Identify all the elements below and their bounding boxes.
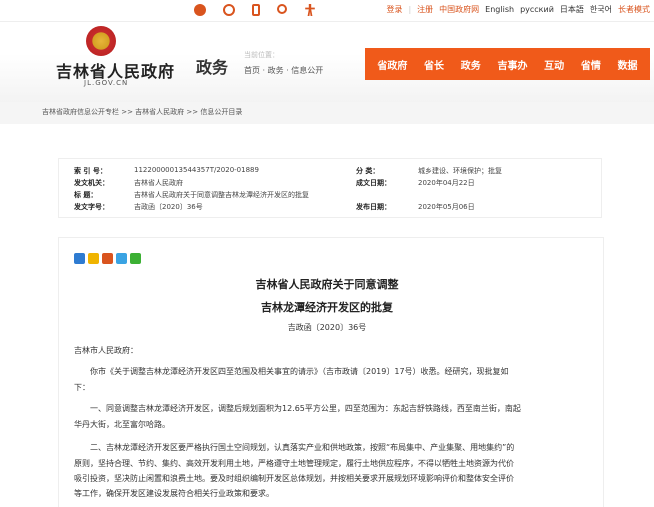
issuer-label: 发文机关： [74, 179, 109, 187]
category-label: 分 类： [356, 167, 380, 175]
share-weibo-icon[interactable] [102, 253, 113, 264]
wechat-icon[interactable] [194, 4, 206, 16]
nav-item-interaction[interactable]: 互动 [544, 57, 564, 72]
china-gov-link[interactable]: 中国政府网 [439, 4, 479, 16]
paragraph-3-line-3: 吸引投资，坚决防止闲置和浪费土地。要及时组织编制开发区总体规划，并按相关要求开展… [74, 474, 514, 483]
location-label: 当前位置： [244, 51, 279, 59]
share-qzone-icon[interactable] [88, 253, 99, 264]
korean-link[interactable]: 한국어 [590, 4, 612, 16]
mobile-icon[interactable] [252, 4, 260, 16]
paragraph-1-line-1: 你市《关于调整吉林龙潭经济开发区四至范围及相关事宜的请示》（吉市政请〔2019〕… [90, 367, 509, 376]
share-wechat-icon[interactable] [130, 253, 141, 264]
national-emblem-logo[interactable] [86, 26, 116, 56]
search-icon[interactable] [277, 4, 287, 14]
english-link[interactable]: English [485, 4, 514, 16]
document-title-line1: 吉林省人民政府关于同意调整 [255, 278, 399, 291]
login-link[interactable]: 登录 [386, 4, 402, 16]
published-date-value: 2020年05月06日 [418, 203, 475, 211]
location-path[interactable]: 首页 · 政务 · 信息公开 [244, 65, 323, 76]
top-icon-group [194, 4, 316, 16]
paragraph-3-line-4: 等工作，确保开发区建设发展符合相关行业政策和要求。 [74, 489, 274, 498]
index-label: 索 引 号： [74, 167, 107, 175]
index-value: 11220000013544357T/2020-01889 [134, 166, 259, 174]
japanese-link[interactable]: 日本語 [560, 4, 584, 16]
site-header: 吉林省人民政府 JL.GOV.CN 政务 当前位置： 首页 · 政务 · 信息公… [0, 22, 654, 102]
elder-mode-link[interactable]: 长者模式 [618, 4, 650, 16]
nav-item-government[interactable]: 省政府 [377, 57, 407, 72]
russian-link[interactable]: русский [520, 4, 554, 16]
document-addressee: 吉林市人民政府： [74, 346, 138, 355]
paragraph-2-line-1: 一、同意调整吉林龙潭经济开发区，调整后规划面积为12.65平方公里，四至范围为：… [90, 404, 521, 413]
paragraph-3-line-2: 原则，坚持合理、节约、集约、高效开发利用土地，严格遵守土地管理规定，履行土地供应… [74, 459, 514, 468]
issuer-value: 吉林省人民政府 [134, 179, 183, 187]
paragraph-3-line-1: 二、吉林龙潭经济开发区要严格执行国土空间规划，认真落实产业和供地政策，按照“布局… [90, 443, 515, 452]
breadcrumb[interactable]: 吉林省政府信息公开专栏 >> 吉林省人民政府 >> 信息公开目录 [42, 107, 242, 117]
document-number: 吉政函〔2020〕36号 [287, 323, 367, 332]
title-label: 标 题： [74, 191, 98, 199]
published-date-label: 发布日期： [356, 203, 391, 211]
docno-value: 吉政函〔2020〕36号 [134, 203, 203, 211]
nav-item-province-info[interactable]: 省情 [581, 57, 601, 72]
share-toolbar [74, 253, 141, 264]
created-date-value: 2020年04月22日 [418, 179, 475, 187]
top-bar: 登录 | 注册 中国政府网 English русский 日本語 한국어 长者… [0, 0, 654, 22]
accessibility-icon[interactable] [305, 4, 315, 16]
document-title-line2: 吉林龙潭经济开发区的批复 [261, 301, 393, 314]
nav-item-affairs[interactable]: 政务 [461, 57, 481, 72]
created-date-label: 成文日期： [356, 179, 391, 187]
site-url: JL.GOV.CN [84, 79, 129, 87]
title-value: 吉林省人民政府关于同意调整吉林龙潭经济开发区的批复 [134, 191, 309, 199]
nav-item-governor[interactable]: 省长 [424, 57, 444, 72]
main-nav: 省政府 省长 政务 吉事办 互动 省情 数据 [365, 48, 650, 80]
paragraph-2-line-2: 华丹大街，北至富尔哈路。 [74, 420, 170, 429]
section-title: 政务 [196, 58, 229, 77]
weibo-icon[interactable] [223, 4, 235, 16]
nav-item-services[interactable]: 吉事办 [497, 57, 527, 72]
top-links: 登录 | 注册 中国政府网 English русский 日本語 한국어 长者… [386, 4, 650, 16]
nav-item-data[interactable]: 数据 [618, 57, 638, 72]
docno-label: 发文字号： [74, 203, 109, 211]
share-plus-icon[interactable] [74, 253, 85, 264]
share-tencent-icon[interactable] [116, 253, 127, 264]
paragraph-1-line-2: 下： [74, 383, 90, 392]
category-value: 城乡建设、环境保护；批复 [418, 167, 502, 175]
register-link[interactable]: 注册 [417, 4, 433, 16]
